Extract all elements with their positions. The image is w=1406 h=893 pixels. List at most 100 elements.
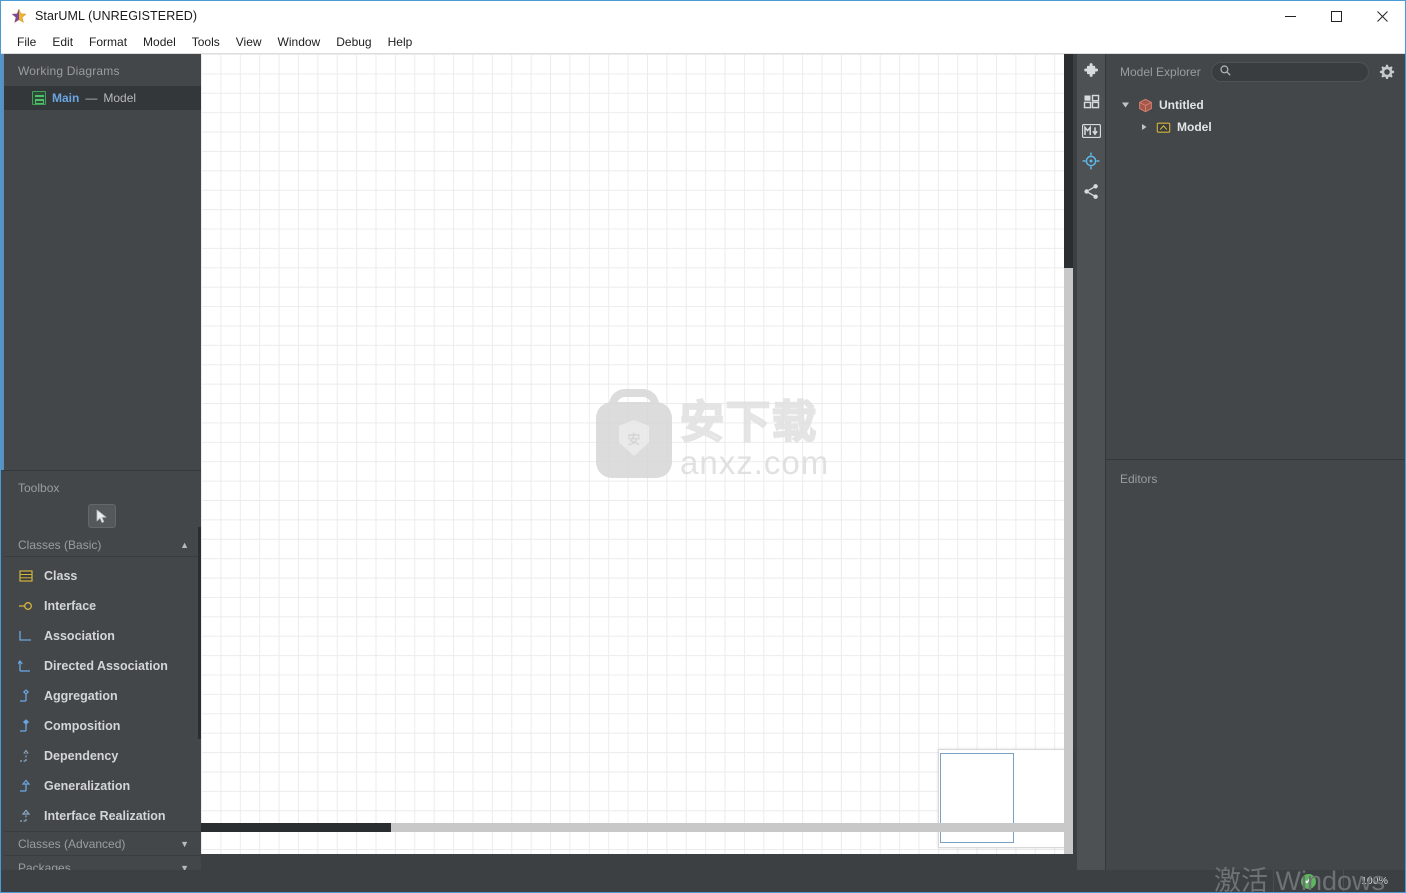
model-explorer-header: Model Explorer [1106,54,1405,90]
tool-label: Dependency [44,749,119,763]
cursor-arrow-icon[interactable] [88,504,116,528]
working-diagrams-title: Working Diagrams [18,64,120,78]
star-icon [11,8,27,24]
toolbox-group-classes-basic[interactable]: Classes (Basic) ▲ [4,533,201,557]
model-explorer-panel: Model Explorer Untitled Model [1106,54,1405,460]
tree-row-model[interactable]: Model [1106,116,1405,138]
triangle-expanded-icon[interactable] [1120,101,1132,109]
window-controls [1267,1,1405,31]
diagram-canvas-area: 安 安下载 anxz.com [201,54,1105,892]
tool-interface[interactable]: Interface [4,591,201,621]
model-explorer-search-box[interactable] [1210,62,1369,82]
tool-interface-realization[interactable]: Interface Realization [4,801,201,831]
tool-label: Composition [44,719,121,733]
toolbox-title: Toolbox [18,481,60,495]
generalization-icon [18,778,34,794]
aggregation-icon [18,688,34,704]
toolbox-panel: Toolbox Classes (Basic) ▲ Class Interfac… [1,470,204,892]
working-diagram-item-main[interactable]: Main — Model [4,86,201,110]
tool-generalization[interactable]: Generalization [4,771,201,801]
model-folder-icon [1156,120,1171,135]
chevron-down-icon: ▼ [180,838,189,849]
menu-bar: File Edit Format Model Tools View Window… [1,31,1405,54]
toolbox-group-label: Classes (Basic) [18,537,102,552]
canvas-horizontal-scrollbar[interactable] [201,823,1073,832]
menu-debug[interactable]: Debug [328,32,379,52]
tool-dependency[interactable]: Dependency [4,741,201,771]
menu-file[interactable]: File [9,32,44,52]
minimize-button[interactable] [1267,1,1313,31]
minimap-panel[interactable] [938,749,1073,848]
close-button[interactable] [1359,1,1405,31]
menu-format[interactable]: Format [81,32,135,52]
app-window: StarUML (UNREGISTERED) File Edit Format … [0,0,1406,893]
class-diagram-icon [32,91,46,105]
editors-title: Editors [1120,472,1158,486]
tool-label: Generalization [44,779,131,793]
model-explorer-tree: Untitled Model [1106,90,1405,138]
interface-realization-icon [18,808,34,824]
project-icon [1138,98,1153,113]
tree-label: Model [1177,120,1212,134]
chevron-up-icon: ▲ [180,539,189,550]
watermark-url-text: anxz.com [680,444,830,481]
gear-icon[interactable] [1379,64,1395,80]
tree-row-untitled[interactable]: Untitled [1106,94,1405,116]
status-bar: 激活 Windows ✓ 100% [1,866,1405,893]
green-check-icon: ✓ [1301,873,1316,889]
title-bar: StarUML (UNREGISTERED) [1,1,1405,31]
extension-manager-icon[interactable] [1078,60,1104,82]
menu-tools[interactable]: Tools [184,32,228,52]
tool-label: Interface Realization [44,809,166,823]
title-bar-left: StarUML (UNREGISTERED) [1,8,197,24]
tool-directed-association[interactable]: Directed Association [4,651,201,681]
watermark-bag-icon: 安 [596,402,672,478]
tool-label: Class [44,569,78,583]
working-diagram-owner: Model [103,91,137,105]
tool-label: Directed Association [44,659,168,673]
diagram-canvas[interactable]: 安 安下载 anxz.com [201,54,1073,854]
menu-view[interactable]: View [228,32,270,52]
share-network-icon[interactable] [1078,180,1104,202]
watermark-logo: 安 安下载 anxz.com [596,394,828,486]
tool-aggregation[interactable]: Aggregation [4,681,201,711]
menu-window[interactable]: Window [270,32,329,52]
working-diagram-owner-sep: — [85,91,98,105]
toolbox-group-label: Classes (Advanced) [18,836,126,851]
model-explorer-title: Model Explorer [1120,65,1201,79]
menu-model[interactable]: Model [135,32,184,52]
triangle-collapsed-icon[interactable] [1138,123,1150,131]
tool-association[interactable]: Association [4,621,201,651]
markdown-icon[interactable] [1078,120,1104,142]
window-title: StarUML (UNREGISTERED) [35,9,198,23]
maximize-button[interactable] [1313,1,1359,31]
tool-label: Aggregation [44,689,118,703]
toolbox-group-classes-advanced[interactable]: Classes (Advanced) ▼ [4,831,201,855]
left-sidebar: Working Diagrams Main — Model Toolbox Cl… [1,54,204,892]
directed-association-icon [17,658,34,674]
canvas-vertical-scrollbar[interactable] [1064,54,1073,854]
search-icon [1220,63,1231,81]
right-icon-rail [1077,54,1105,892]
canvas-vertical-scrollbar-thumb[interactable] [1064,54,1073,268]
watermark-shield-char: 安 [619,420,649,456]
status-check-cell[interactable]: ✓ [1273,870,1343,892]
working-diagram-name: Main [52,91,80,105]
class-icon [18,568,34,584]
search-input[interactable] [1235,66,1360,78]
menu-help[interactable]: Help [380,32,421,52]
tree-label: Untitled [1159,98,1204,112]
watermark-text: 安下载 anxz.com [679,398,830,481]
tool-composition[interactable]: Composition [4,711,201,741]
dependency-icon [18,748,34,764]
zoom-level-indicator[interactable]: 100% [1343,870,1405,892]
working-diagrams-panel: Working Diagrams Main — Model [1,54,201,470]
menu-edit[interactable]: Edit [44,32,81,52]
canvas-horizontal-scrollbar-thumb[interactable] [201,823,391,832]
target-crosshair-icon[interactable] [1078,150,1104,172]
composition-icon [18,718,34,734]
editors-panel: Editors [1106,460,1405,892]
tool-class[interactable]: Class [4,561,201,591]
grid-apps-icon[interactable] [1078,90,1104,112]
watermark-cn-text: 安下载 [679,398,818,447]
